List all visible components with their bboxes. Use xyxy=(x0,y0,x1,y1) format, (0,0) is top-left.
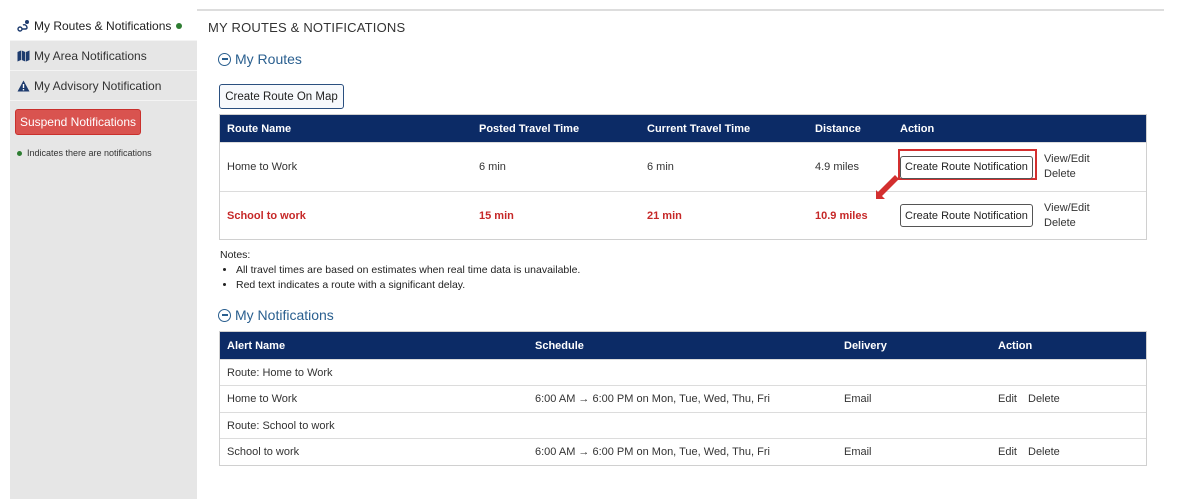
section-title: My Notifications xyxy=(235,307,334,323)
view-edit-link[interactable]: View/Edit xyxy=(1044,152,1090,167)
top-divider xyxy=(197,9,1164,11)
routes-table: Route Name Posted Travel Time Current Tr… xyxy=(219,114,1147,240)
group-row: Route: Home to Work xyxy=(220,359,1146,385)
sidebar-item-advisory-notification[interactable]: My Advisory Notification xyxy=(10,71,197,101)
my-routes-toggle[interactable]: My Routes xyxy=(218,51,302,67)
delete-link[interactable]: Delete xyxy=(1028,386,1060,412)
delivery: Email xyxy=(844,446,872,458)
legend-text: Indicates there are notifications xyxy=(27,148,152,158)
group-title: Route: School to work xyxy=(227,419,335,432)
table-row: School to work 6:00 AM → 6:00 PM on Mon,… xyxy=(220,438,1146,465)
table-row: Home to Work 6:00 AM → 6:00 PM on Mon, T… xyxy=(220,385,1146,412)
my-notifications-toggle[interactable]: My Notifications xyxy=(218,307,334,323)
group-title: Route: Home to Work xyxy=(227,366,333,379)
collapse-icon xyxy=(218,52,231,66)
delete-link[interactable]: Delete xyxy=(1028,439,1060,465)
current-travel-time: 21 min xyxy=(647,209,682,222)
column-header: Posted Travel Time xyxy=(479,122,580,135)
sidebar-item-label: My Advisory Notification xyxy=(34,78,162,93)
alert-name: School to work xyxy=(227,446,300,458)
create-route-notification-button[interactable]: Create Route Notification xyxy=(900,204,1033,227)
notes-title: Notes: xyxy=(220,249,251,261)
sidebar-item-label: My Routes & Notifications xyxy=(34,18,172,33)
action-cell: Create Route Notification xyxy=(900,192,1033,239)
column-header: Delivery xyxy=(844,339,887,352)
note-item: All travel times are based on estimates … xyxy=(236,263,580,278)
action-links: View/Edit Delete xyxy=(1044,192,1090,239)
notes: Notes: All travel times are based on est… xyxy=(220,248,580,293)
warning-icon xyxy=(16,79,30,93)
collapse-icon xyxy=(218,308,231,322)
delete-link[interactable]: Delete xyxy=(1044,167,1076,182)
notifications-table-header: Alert Name Schedule Delivery Action xyxy=(220,332,1146,359)
column-header: Action xyxy=(998,339,1033,352)
alert-name: Home to Work xyxy=(227,393,298,405)
schedule: 6:00 AM → 6:00 PM on Mon, Tue, Wed, Thu,… xyxy=(535,393,770,405)
create-route-on-map-button[interactable]: Create Route On Map xyxy=(219,84,344,109)
edit-link[interactable]: Edit xyxy=(998,386,1017,412)
column-header: Alert Name xyxy=(227,339,286,352)
notification-dot xyxy=(17,150,22,156)
route-name: Home to Work xyxy=(227,161,298,173)
column-header: Distance xyxy=(815,122,861,135)
group-row: Route: School to work xyxy=(220,412,1146,438)
map-icon xyxy=(16,49,30,63)
sidebar-item-area-notifications[interactable]: My Area Notifications xyxy=(10,41,197,71)
edit-link[interactable]: Edit xyxy=(998,439,1017,465)
column-header: Action xyxy=(900,122,935,135)
notifications-table: Alert Name Schedule Delivery Action Rout… xyxy=(219,331,1147,466)
delivery: Email xyxy=(844,393,872,405)
column-header: Route Name xyxy=(227,122,292,135)
delete-link[interactable]: Delete xyxy=(1044,216,1076,231)
table-row: Home to Work 6 min 6 min 4.9 miles Creat… xyxy=(220,142,1146,191)
suspend-notifications-button[interactable]: Suspend Notifications xyxy=(15,109,141,135)
sidebar-item-my-routes[interactable]: My Routes & Notifications xyxy=(10,11,197,41)
note-item: Red text indicates a route with a signif… xyxy=(236,278,580,293)
page-title: MY ROUTES & NOTIFICATIONS xyxy=(208,20,406,35)
column-header: Current Travel Time xyxy=(647,122,751,135)
view-edit-link[interactable]: View/Edit xyxy=(1044,201,1090,216)
schedule: 6:00 AM → 6:00 PM on Mon, Tue, Wed, Thu,… xyxy=(535,446,770,458)
sidebar: My Routes & Notifications My Area Notifi… xyxy=(10,11,197,499)
table-row: School to work 15 min 21 min 10.9 miles … xyxy=(220,191,1146,239)
route-name: School to work xyxy=(227,209,306,222)
action-links: View/Edit Delete xyxy=(1044,143,1090,191)
distance: 4.9 miles xyxy=(815,161,860,173)
routes-table-header: Route Name Posted Travel Time Current Tr… xyxy=(220,115,1146,142)
sidebar-item-label: My Area Notifications xyxy=(34,48,147,63)
column-header: Schedule xyxy=(535,339,584,352)
distance: 10.9 miles xyxy=(815,209,868,222)
notification-legend: Indicates there are notifications xyxy=(17,148,152,158)
create-route-notification-button[interactable]: Create Route Notification xyxy=(900,155,1033,179)
notification-dot xyxy=(176,22,183,29)
posted-travel-time: 6 min xyxy=(479,161,506,173)
action-cell: Create Route Notification xyxy=(900,143,1033,191)
section-title: My Routes xyxy=(235,51,302,67)
pointer-arrow-icon xyxy=(876,175,898,199)
route-icon xyxy=(16,19,30,33)
posted-travel-time: 15 min xyxy=(479,209,514,222)
notes-list: All travel times are based on estimates … xyxy=(220,263,580,293)
current-travel-time: 6 min xyxy=(647,161,674,173)
